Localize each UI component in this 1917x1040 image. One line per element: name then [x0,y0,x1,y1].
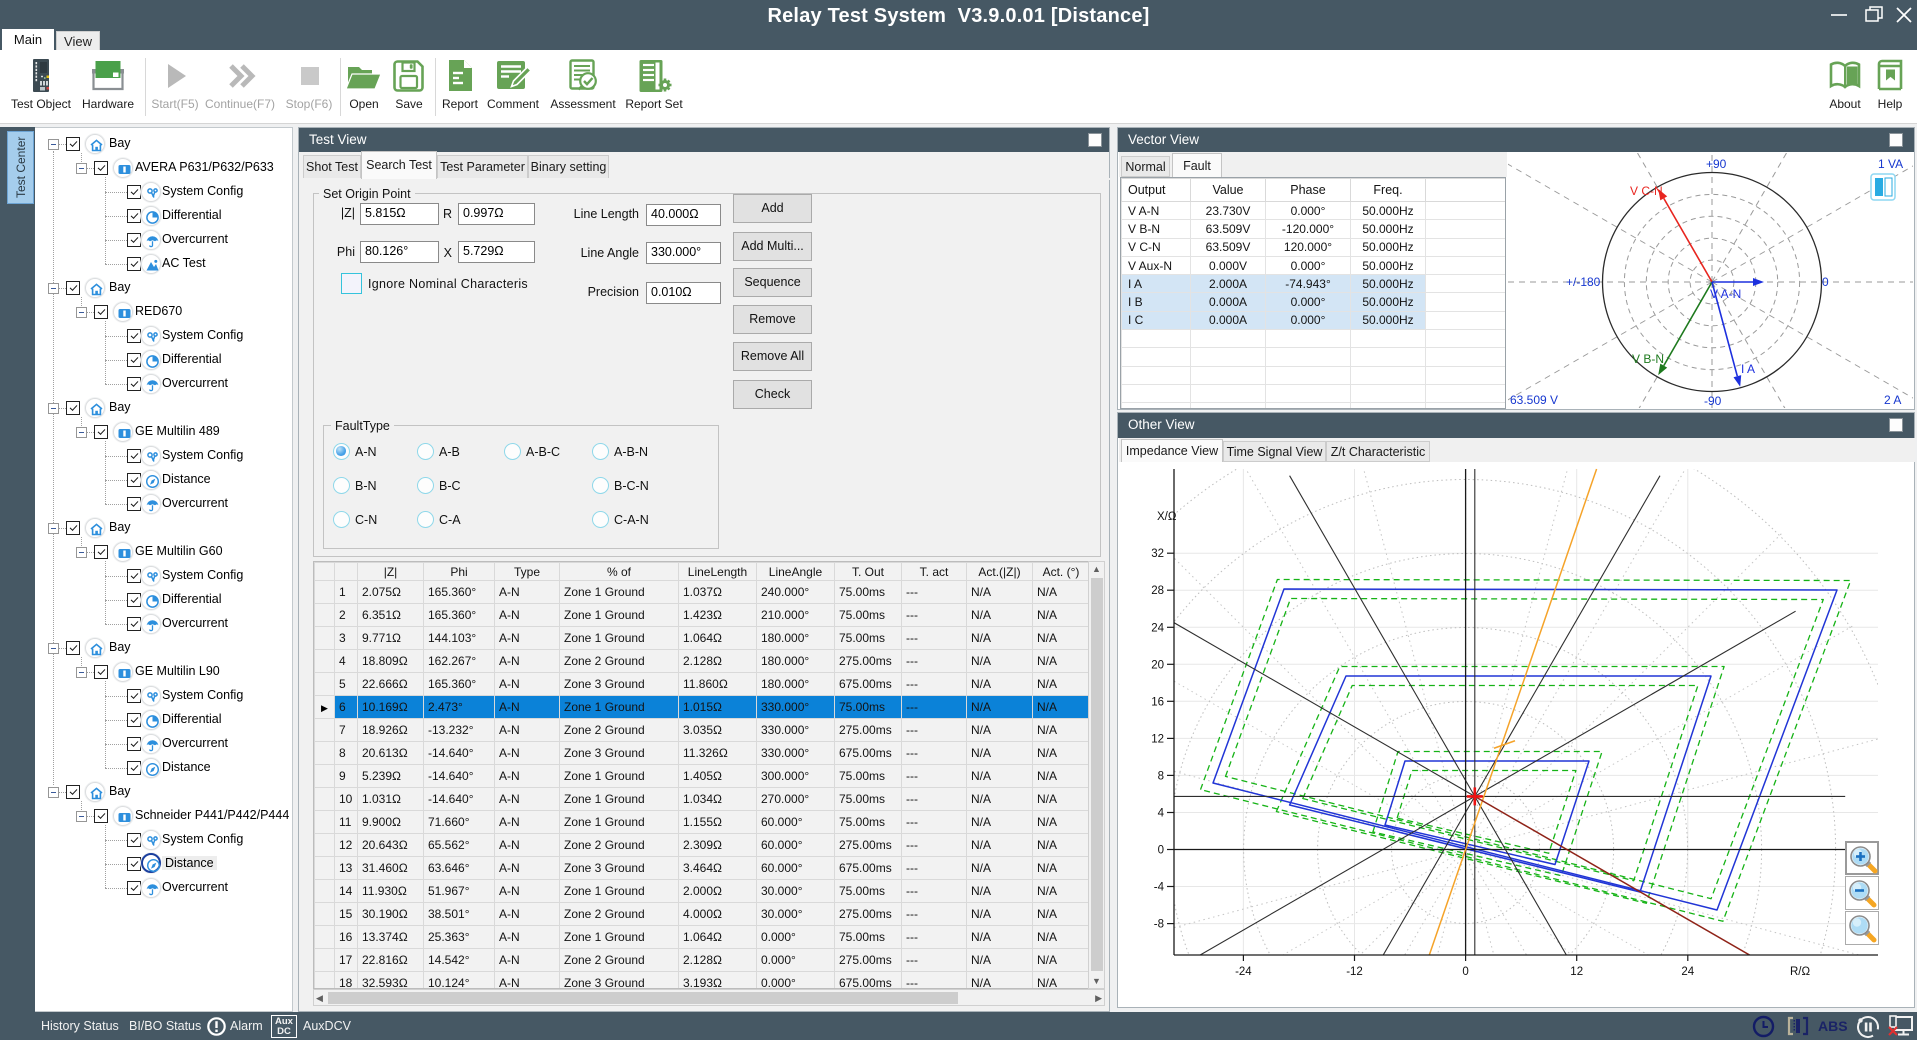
svg-text:0: 0 [1822,275,1829,289]
svg-text:28: 28 [1151,585,1164,597]
svg-text:X/Ω: X/Ω [1157,511,1177,523]
svg-text:1 VA: 1 VA [1878,157,1903,171]
svg-text:I A: I A [1741,362,1755,376]
svg-text:16: 16 [1151,696,1164,708]
svg-text:-12: -12 [1346,966,1363,978]
svg-text:24: 24 [1151,622,1164,634]
svg-text:12: 12 [1570,966,1583,978]
svg-text:V A-N: V A-N [1710,287,1741,301]
svg-text:63.509 V: 63.509 V [1510,393,1558,407]
svg-text:32: 32 [1151,548,1164,560]
svg-text:+/-180: +/-180 [1566,275,1601,289]
svg-text:-90: -90 [1704,394,1722,408]
svg-text:24: 24 [1681,966,1694,978]
svg-text:-4: -4 [1154,882,1165,894]
svg-text:+90: +90 [1706,157,1727,171]
svg-text:R/Ω: R/Ω [1790,966,1811,978]
svg-text:V C-N: V C-N [1630,184,1663,198]
svg-text:4: 4 [1158,808,1165,820]
svg-text:0: 0 [1158,845,1164,857]
svg-text:0: 0 [1462,966,1468,978]
svg-text:20: 20 [1151,659,1164,671]
svg-text:-24: -24 [1235,966,1252,978]
svg-text:2 A: 2 A [1884,393,1901,407]
svg-text:-8: -8 [1154,919,1164,931]
svg-text:V B-N: V B-N [1632,352,1664,366]
svg-text:8: 8 [1158,770,1164,782]
svg-text:12: 12 [1151,733,1164,745]
